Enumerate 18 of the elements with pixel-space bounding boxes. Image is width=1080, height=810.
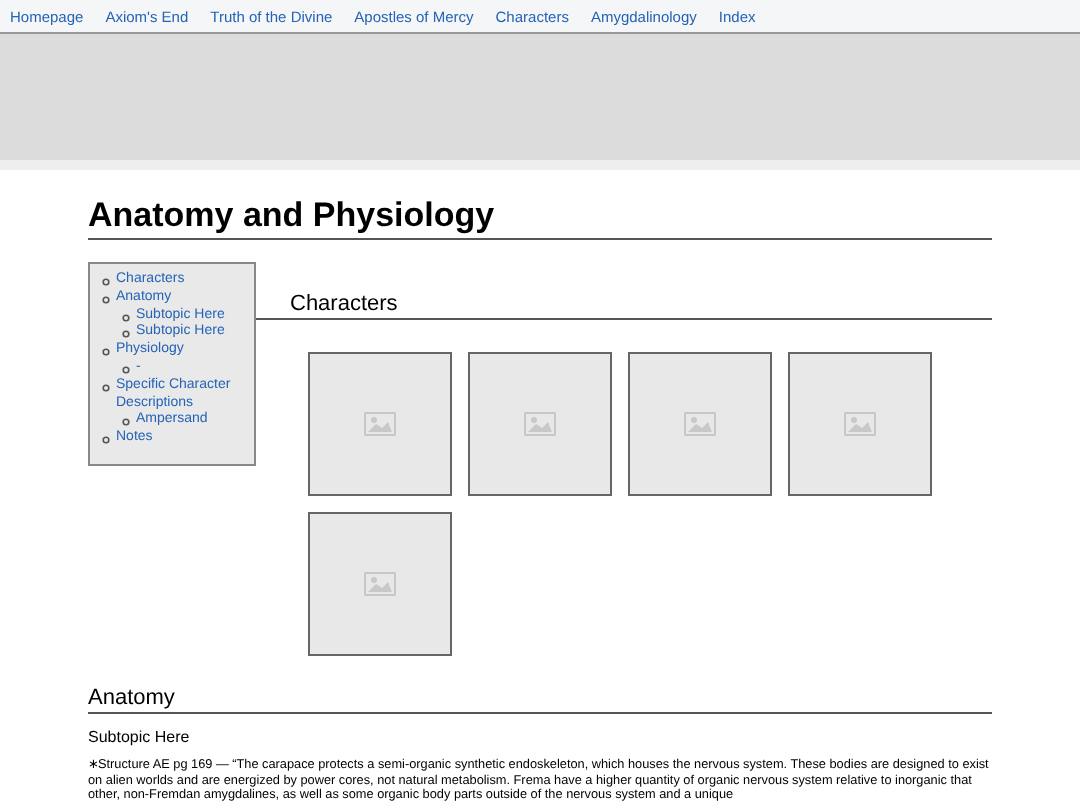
bullet-icon	[102, 295, 110, 304]
image-icon	[364, 572, 396, 596]
bullet-icon	[102, 383, 110, 392]
bullet-icon	[102, 278, 110, 286]
bullet-icon	[102, 436, 110, 445]
image-icon	[684, 412, 716, 436]
bullet-icon	[122, 313, 130, 322]
page-title: Anatomy and Physiology	[88, 196, 992, 240]
image-icon	[524, 412, 556, 436]
section-heading: Characters	[256, 292, 992, 320]
bullet-icon	[102, 348, 110, 357]
image-icon	[364, 412, 396, 436]
bullet-icon	[122, 330, 130, 339]
bullet-icon	[122, 365, 130, 374]
subsection-heading: Subtopic Here	[88, 728, 192, 746]
section-heading: Anatomy	[88, 686, 992, 714]
image-icon	[844, 412, 876, 436]
bullet-icon	[122, 418, 130, 427]
